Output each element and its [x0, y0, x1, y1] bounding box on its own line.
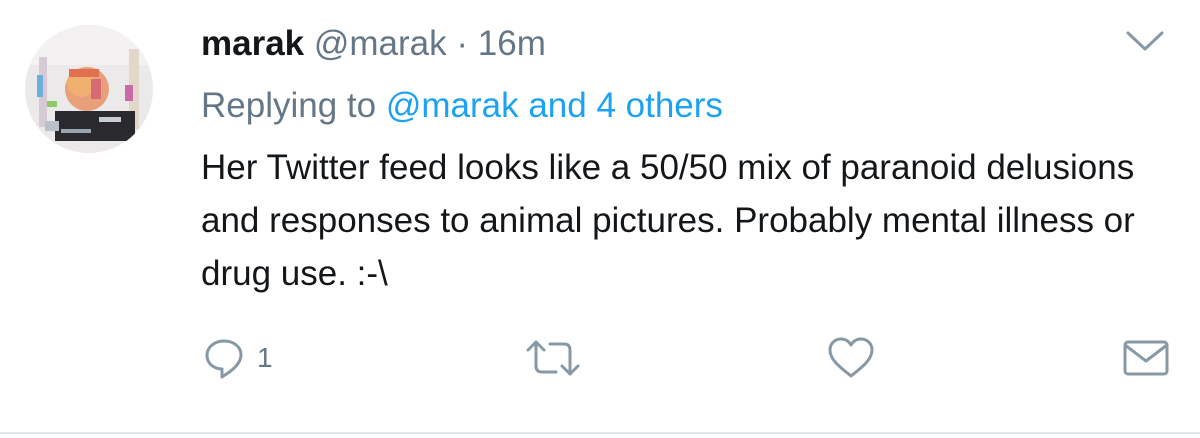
envelope-icon [1123, 340, 1169, 376]
retweet-button[interactable] [525, 336, 581, 380]
retweet-icon [526, 340, 580, 376]
tweet-header: marak @marak · 16m [201, 22, 546, 66]
direct-message-button[interactable] [1122, 336, 1170, 380]
user-handle[interactable]: @marak [314, 24, 447, 63]
chevron-down-icon [1126, 31, 1164, 51]
reply-bubble-icon [205, 339, 243, 379]
avatar[interactable] [25, 25, 153, 153]
display-name[interactable]: marak [201, 24, 304, 63]
timestamp[interactable]: 16m [478, 24, 546, 63]
tweet-text: Her Twitter feed looks like a 50/50 mix … [201, 148, 1135, 293]
replying-prefix: Replying to [201, 86, 377, 125]
avatar-image [25, 25, 153, 153]
separator-dot: · [456, 24, 469, 63]
heart-icon [828, 337, 874, 378]
divider [0, 432, 1200, 434]
like-button[interactable] [827, 336, 875, 380]
tweet[interactable]: marak @marak · 16m Replying to @marak an… [0, 0, 1200, 432]
replying-to: Replying to @marak and 4 others [201, 84, 723, 128]
tweet-menu-button[interactable] [1124, 26, 1166, 56]
replying-to-link[interactable]: @marak and 4 others [386, 86, 723, 125]
reply-button[interactable]: 1 [203, 336, 273, 380]
reply-count: 1 [257, 342, 273, 373]
